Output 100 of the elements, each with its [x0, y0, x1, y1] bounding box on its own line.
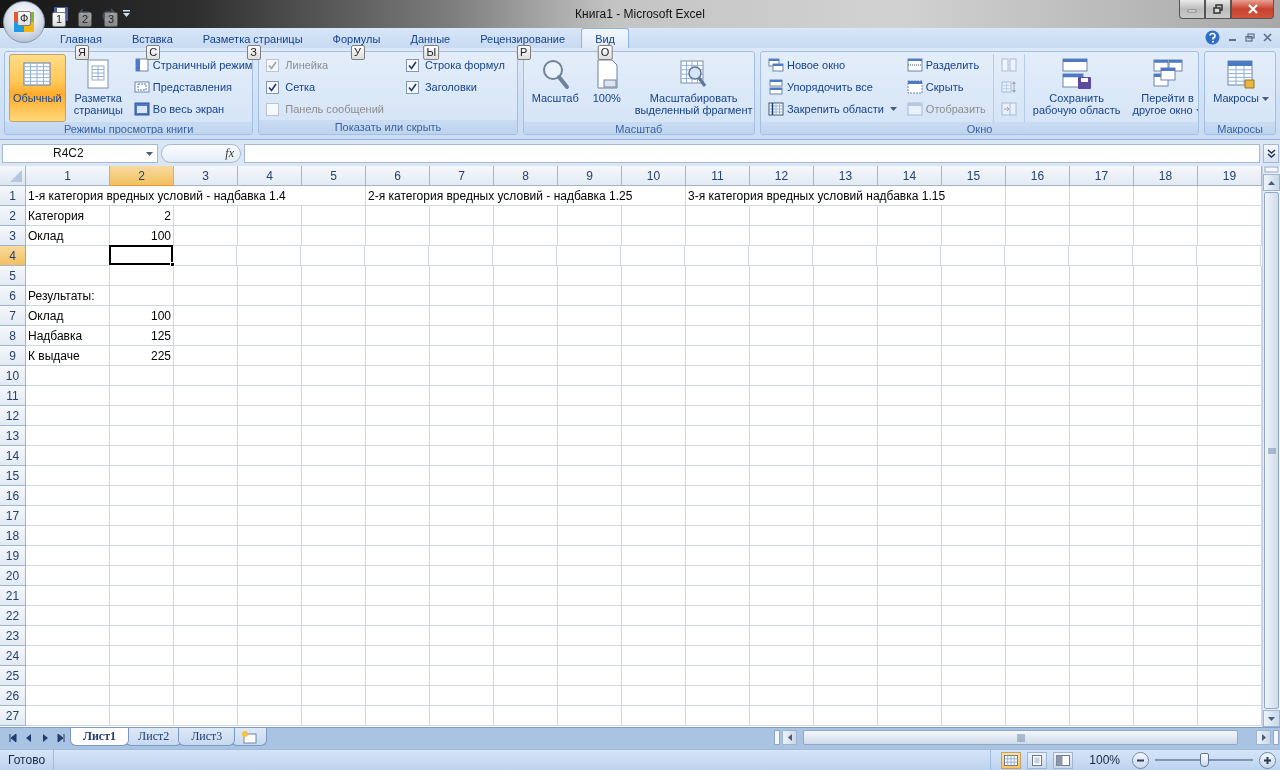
- expand-button[interactable]: [1263, 143, 1279, 163]
- ribbon-tab[interactable]: Данные: [396, 28, 465, 48]
- ribbon-button[interactable]: Во весь экран: [130, 98, 253, 120]
- checkbox[interactable]: [405, 58, 419, 72]
- row-header[interactable]: 11: [0, 386, 26, 406]
- help-button[interactable]: [1205, 30, 1220, 45]
- column-header[interactable]: 17: [1070, 166, 1134, 186]
- row-header[interactable]: 2: [0, 206, 26, 226]
- restore-button[interactable]: [1205, 0, 1231, 19]
- column-header[interactable]: 13: [814, 166, 878, 186]
- column-header[interactable]: 10: [622, 166, 686, 186]
- ribbon-button[interactable]: Скрыть: [903, 76, 989, 98]
- sheet-tab[interactable]: Лист1: [70, 728, 130, 746]
- ribbon-button[interactable]: Масштабировать выделенный фрагмент: [630, 54, 754, 122]
- column-header[interactable]: 2: [110, 166, 174, 186]
- first-sheet-button[interactable]: [6, 731, 20, 745]
- row-header[interactable]: 24: [0, 646, 26, 666]
- column-header[interactable]: 11: [686, 166, 750, 186]
- close-button[interactable]: [1231, 0, 1274, 19]
- restore-button[interactable]: [1245, 33, 1255, 42]
- ribbon-button[interactable]: Упорядочить все: [764, 76, 900, 98]
- row-header[interactable]: 8: [0, 326, 26, 346]
- column-header[interactable]: 18: [1134, 166, 1198, 186]
- new-sheet-button[interactable]: [231, 728, 268, 746]
- status-text: Готово: [0, 750, 55, 770]
- checkbox[interactable]: [266, 80, 280, 94]
- ribbon-tab[interactable]: Главная: [46, 28, 116, 48]
- column-header[interactable]: 3: [174, 166, 238, 186]
- row-header[interactable]: 20: [0, 566, 26, 586]
- row-header[interactable]: 27: [0, 706, 26, 726]
- scroll-left-button[interactable]: [782, 730, 797, 745]
- column-header[interactable]: 15: [942, 166, 1006, 186]
- scroll-right-button[interactable]: [1256, 730, 1271, 745]
- column-header[interactable]: 1: [26, 166, 110, 186]
- row-header[interactable]: 14: [0, 446, 26, 466]
- column-header[interactable]: 19: [1198, 166, 1262, 186]
- sheet-tab[interactable]: Лист3: [178, 728, 236, 746]
- row-header[interactable]: 25: [0, 666, 26, 686]
- view-button[interactable]: [1053, 751, 1074, 769]
- scroll-down-button[interactable]: [1263, 710, 1280, 727]
- row-header[interactable]: 16: [0, 486, 26, 506]
- row-header[interactable]: 15: [0, 466, 26, 486]
- row-header[interactable]: 6: [0, 286, 26, 306]
- view-button[interactable]: [1001, 751, 1022, 769]
- zoom-slider[interactable]: [1155, 753, 1253, 767]
- window-icon: [906, 79, 923, 95]
- column-header[interactable]: 4: [238, 166, 302, 186]
- ribbon-button[interactable]: Представления: [130, 76, 253, 98]
- fullscreen-icon: [133, 101, 150, 117]
- minimize-button[interactable]: [1179, 0, 1205, 19]
- column-header[interactable]: 16: [1006, 166, 1070, 186]
- row-header[interactable]: 21: [0, 586, 26, 606]
- row-header[interactable]: 23: [0, 626, 26, 646]
- scroll-thumb[interactable]: [803, 730, 1238, 745]
- row-header[interactable]: 19: [0, 546, 26, 566]
- ribbon-tab[interactable]: Вид: [581, 28, 630, 48]
- column-header[interactable]: 9: [558, 166, 622, 186]
- column-header[interactable]: 14: [878, 166, 942, 186]
- row-header[interactable]: 22: [0, 606, 26, 626]
- column-header[interactable]: 6: [366, 166, 430, 186]
- formula-field[interactable]: [244, 143, 1260, 163]
- row-header[interactable]: 17: [0, 506, 26, 526]
- row-header[interactable]: 18: [0, 526, 26, 546]
- checkbox[interactable]: [405, 80, 419, 94]
- row-header[interactable]: 1: [0, 186, 26, 206]
- scroll-thumb[interactable]: [1264, 192, 1279, 709]
- close-button[interactable]: [1263, 33, 1272, 42]
- column-header[interactable]: 5: [302, 166, 366, 186]
- scroll-up-button[interactable]: [1263, 174, 1280, 191]
- ribbon-button[interactable]: Новое окно: [764, 54, 900, 76]
- active-cell[interactable]: [109, 245, 173, 265]
- zoom-out-button[interactable]: [1132, 751, 1149, 769]
- last-sheet-button[interactable]: [54, 731, 68, 745]
- ribbon-button[interactable]: Закрепить области: [764, 98, 900, 120]
- view-button[interactable]: [1027, 751, 1048, 769]
- ribbon-tab[interactable]: Вставка: [117, 28, 187, 48]
- row-header[interactable]: 4: [0, 246, 26, 266]
- column-header[interactable]: 8: [494, 166, 558, 186]
- ribbon-button[interactable]: Обычный: [9, 54, 66, 122]
- row-header[interactable]: 7: [0, 306, 26, 326]
- ribbon-button[interactable]: Сохранить рабочую область: [1028, 54, 1125, 122]
- row-header[interactable]: 10: [0, 366, 26, 386]
- row-header[interactable]: 13: [0, 426, 26, 446]
- row-header[interactable]: 3: [0, 226, 26, 246]
- name-box[interactable]: R4C2: [2, 143, 158, 163]
- slider-thumb[interactable]: [1200, 753, 1209, 767]
- row-header[interactable]: 26: [0, 686, 26, 706]
- zoom-in-button[interactable]: [1259, 751, 1276, 769]
- function-button[interactable]: fx: [161, 143, 241, 163]
- column-header[interactable]: 7: [430, 166, 494, 186]
- ribbon-tab[interactable]: Разметка страницы: [188, 28, 317, 48]
- row-header[interactable]: 9: [0, 346, 26, 366]
- ribbon-button[interactable]: Макросы: [1209, 54, 1273, 122]
- ribbon-tab[interactable]: Формулы: [318, 28, 395, 48]
- column-header[interactable]: 12: [750, 166, 814, 186]
- ribbon-button[interactable]: Разделить: [903, 54, 989, 76]
- row-header[interactable]: 5: [0, 266, 26, 286]
- ribbon-tab[interactable]: Рецензирование: [466, 28, 580, 48]
- fill-handle[interactable]: [170, 262, 175, 267]
- row-header[interactable]: 12: [0, 406, 26, 426]
